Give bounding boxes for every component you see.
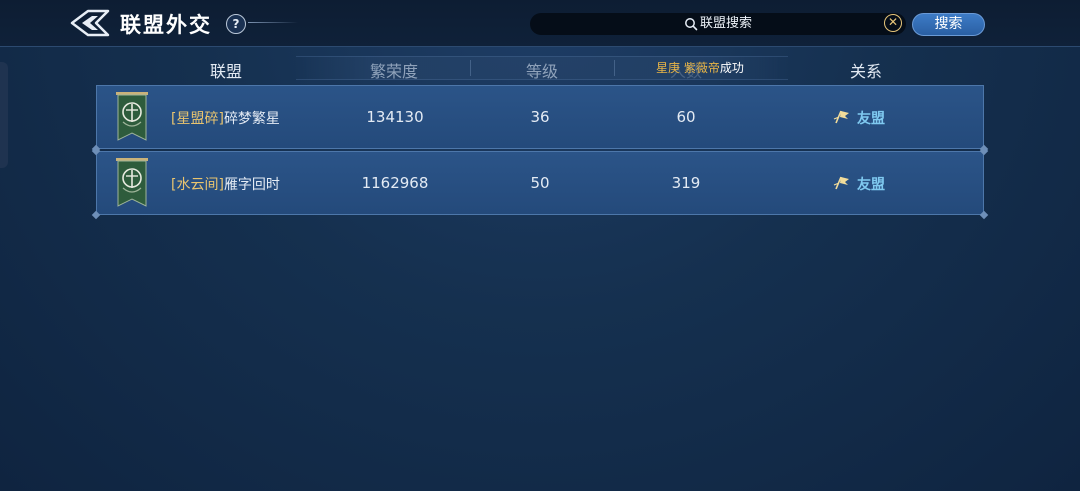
column-header-prosperity: 繁荣度 xyxy=(369,62,418,81)
column-header-level: 等级 xyxy=(525,62,558,81)
side-tab-handle[interactable] xyxy=(0,62,8,168)
relation-status: 友盟 xyxy=(857,111,885,127)
header-separator xyxy=(614,60,615,76)
back-arrow-icon[interactable] xyxy=(68,8,112,38)
help-icon[interactable]: ? xyxy=(226,14,246,34)
column-header-alliance: 联盟 xyxy=(209,62,242,81)
alliance-name: [星盟碎]碎梦繁星 xyxy=(171,111,280,127)
search-icon xyxy=(685,18,698,31)
relation-status: 友盟 xyxy=(857,177,885,193)
members-value: 319 xyxy=(671,174,701,192)
table-row[interactable]: [星盟碎]碎梦繁星 134130 36 60 友盟 xyxy=(91,85,989,154)
alliance-name: [水云间]雁字回时 xyxy=(171,177,280,193)
broadcast-message: 星庚 紫薇帝成功 xyxy=(656,61,744,75)
clear-search-icon[interactable]: ✕ xyxy=(884,14,902,32)
level-value: 36 xyxy=(530,108,550,126)
members-value: 60 xyxy=(676,108,696,126)
alliance-flag-icon xyxy=(833,110,849,124)
alliance-banner-icon xyxy=(116,158,148,207)
header-separator xyxy=(470,60,471,76)
table-row[interactable]: [水云间]雁字回时 1162968 50 319 友盟 xyxy=(91,146,989,220)
level-value: 50 xyxy=(530,174,550,192)
title-divider xyxy=(248,22,298,23)
page-title: 联盟外交 xyxy=(120,13,212,37)
prosperity-value: 1162968 xyxy=(361,174,429,192)
alliance-banner-icon xyxy=(116,92,148,141)
search-placeholder: 联盟搜索 xyxy=(700,16,753,31)
column-header-relation: 关系 xyxy=(849,62,882,81)
alliance-flag-icon xyxy=(833,176,849,190)
search-button[interactable]: 搜索 xyxy=(912,13,985,36)
row-corner-ornament xyxy=(979,210,989,220)
prosperity-value: 134130 xyxy=(366,108,424,126)
row-corner-ornament xyxy=(91,210,101,220)
